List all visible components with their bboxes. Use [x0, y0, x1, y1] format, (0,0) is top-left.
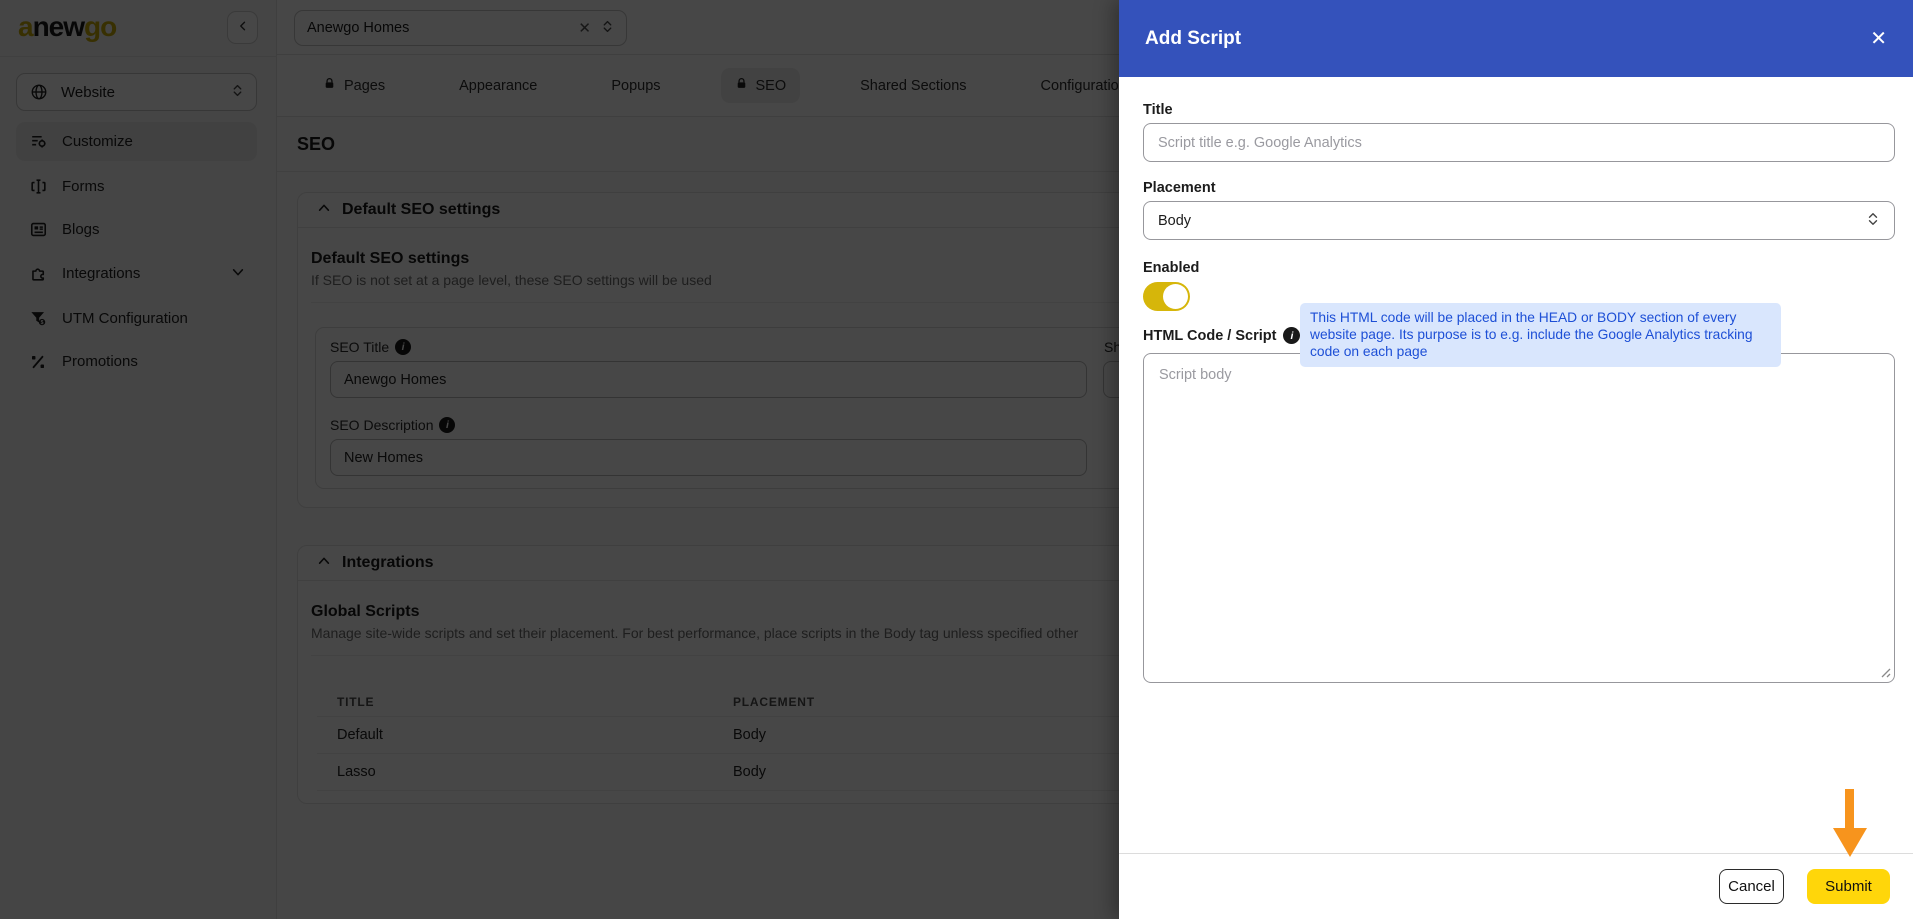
- script-title-label: Title: [1143, 102, 1173, 118]
- close-icon[interactable]: ✕: [1870, 29, 1887, 49]
- toggle-knob: [1163, 284, 1188, 309]
- enabled-label: Enabled: [1143, 260, 1200, 276]
- placement-label: Placement: [1143, 180, 1216, 196]
- placement-select[interactable]: Body: [1143, 201, 1895, 240]
- app-window: anewgo Website Customize: [0, 0, 1913, 919]
- html-code-script-label: HTML Code / Script i: [1143, 327, 1301, 344]
- drawer-footer: Cancel Submit: [1119, 853, 1913, 919]
- placement-select-value: Body: [1158, 212, 1192, 229]
- enabled-toggle[interactable]: [1143, 282, 1190, 311]
- label-text: HTML Code / Script: [1143, 327, 1277, 344]
- add-script-drawer: Add Script ✕ Title Placement Body Enable…: [1119, 0, 1913, 919]
- annotation-arrow-icon: [1832, 789, 1868, 863]
- drawer-header: Add Script ✕: [1119, 0, 1913, 77]
- drawer-title: Add Script: [1145, 27, 1242, 49]
- info-icon[interactable]: i: [1283, 327, 1301, 344]
- select-chevrons-icon: [1866, 212, 1880, 230]
- script-body-textarea[interactable]: [1143, 353, 1895, 683]
- submit-button[interactable]: Submit: [1807, 869, 1890, 904]
- script-title-input[interactable]: [1143, 123, 1895, 162]
- resize-handle-icon[interactable]: [1877, 664, 1891, 678]
- cancel-button[interactable]: Cancel: [1719, 869, 1784, 904]
- html-code-tooltip: This HTML code will be placed in the HEA…: [1300, 303, 1781, 368]
